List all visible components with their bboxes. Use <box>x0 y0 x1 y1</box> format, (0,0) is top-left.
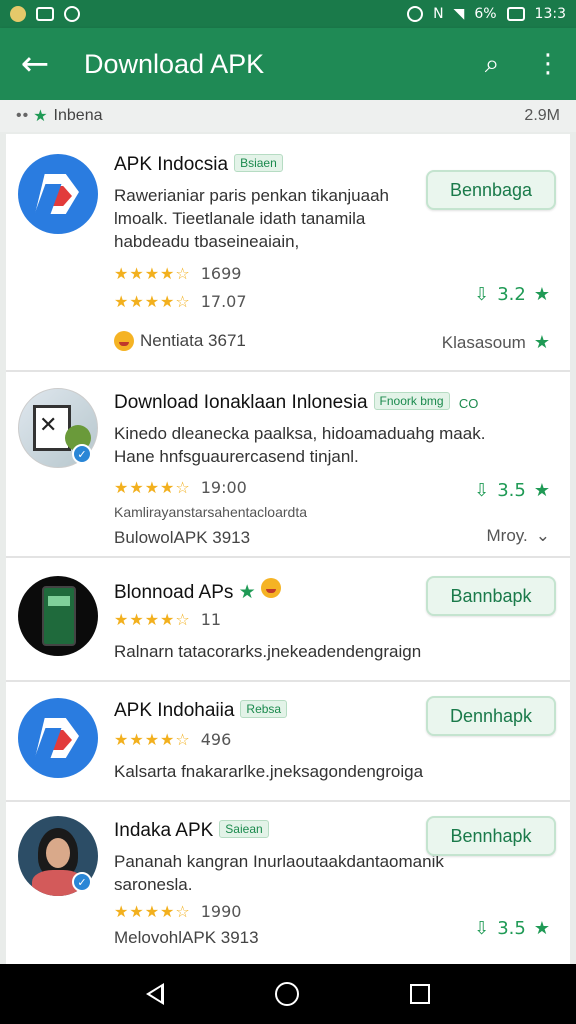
app-name: APK Indocsia Bsiaen <box>114 154 283 176</box>
star-icon: ★ <box>533 918 550 939</box>
app-name: Download Ionaklaan Inlonesia Fnoork bmg C… <box>114 392 479 413</box>
app-meta: BulowolAPK 3913 <box>114 528 251 547</box>
download-score-icon: ⇩ <box>474 918 490 939</box>
navigation-bar <box>0 964 576 1024</box>
emoji-icon <box>260 578 281 598</box>
app-badge: Saiean <box>219 820 269 838</box>
list-item[interactable]: ✓ Indaka APK Saiean Pananah kangran Inurl… <box>6 802 570 964</box>
star-icon: ★ <box>533 332 550 352</box>
app-side-label: Klasasoum ★ <box>441 332 550 352</box>
rating-stars: ★★★★☆ <box>114 292 191 311</box>
rating-stars: ★★★★☆ <box>114 730 191 749</box>
app-name: Indaka APK Saiean <box>114 820 269 842</box>
verified-icon: ✓ <box>72 872 92 892</box>
download-score-icon: ⇩ <box>474 480 490 501</box>
verified-icon: ✓ <box>72 444 92 464</box>
download-score-icon: ⇩ <box>474 284 490 305</box>
download-score: ⇩ 3.2 ★ <box>474 284 550 305</box>
nfc-icon: Ν <box>433 6 444 22</box>
wifi-icon: ◥ <box>453 6 465 22</box>
download-button[interactable]: Bannbapk <box>426 576 556 616</box>
rating-count: 496 <box>200 730 232 749</box>
list-item[interactable]: APK Indocsia Bsiaen Rawerianiar paris pen… <box>6 134 570 372</box>
app-rating: ★★★★☆ 11 <box>114 610 221 629</box>
subheader-size: 2.9M <box>524 107 560 124</box>
nav-recents-icon[interactable] <box>410 984 431 1004</box>
star-icon: ★ <box>533 284 550 305</box>
app-rating: ★★★★☆ 19:00 <box>114 478 247 497</box>
sync-icon <box>64 6 80 22</box>
app-description: Kalsarta fnakararlke.jneksagondengroiga <box>114 762 424 781</box>
rating-stars: ★★★★☆ <box>114 478 191 497</box>
app-description: Ralnarn tatacorarks.jnekeadendengraign <box>114 642 422 661</box>
rating-stars: ★★★★☆ <box>114 264 191 283</box>
app-rating-secondary: ★★★★☆ 17.07 <box>114 292 247 311</box>
app-description: Kinedo dleanecka paalksa, hidoamaduahg m… <box>114 424 486 466</box>
list-item[interactable]: APK Indohaiia Rebsa ★★★★☆ 496 Kalsarta fn… <box>6 682 570 802</box>
emoji-icon <box>114 331 134 351</box>
list-item[interactable]: ✕ ✓ Download Ionaklaan Inlonesia Fnoork b… <box>6 372 570 558</box>
download-button[interactable]: Bennhapk <box>426 816 556 856</box>
rating-stars: ★★★★☆ <box>114 902 191 921</box>
app-name: Blonnoad APs ★ <box>114 578 281 604</box>
rating-stars: ★★★★☆ <box>114 610 191 629</box>
nav-back-icon[interactable] <box>145 983 164 1005</box>
list-item[interactable]: Blonnoad APs ★ ★★★★☆ 11 Ralnarn tatacora… <box>6 558 570 682</box>
app-badge: Bsiaen <box>234 154 283 172</box>
search-icon[interactable]: ⌕ <box>464 28 520 100</box>
download-button[interactable]: Dennhapk <box>426 696 556 736</box>
back-arrow-icon[interactable]: ← <box>0 28 70 100</box>
app-side-label: Mroy. ⌄ <box>486 526 551 546</box>
vpn-icon <box>407 6 424 22</box>
rating-count: 1699 <box>200 264 242 283</box>
download-score: ⇩ 3.5 ★ <box>474 918 550 939</box>
app-list: APK Indocsia Bsiaen Rawerianiar paris pen… <box>6 134 570 964</box>
app-rating: ★★★★☆ 1699 <box>114 264 241 283</box>
battery-percent: 6% <box>474 6 497 22</box>
app-badge: Rebsa <box>240 700 288 718</box>
app-bar: ← Download APK ⌕ ⋮ <box>0 28 576 100</box>
subheader-label: Inbena <box>53 107 103 124</box>
rating-count: 17.07 <box>200 292 247 311</box>
sub-header: •• ★ Inbena 2.9M <box>0 100 576 132</box>
app-badge-extra: CO <box>458 396 479 411</box>
rating-count: 1990 <box>200 902 242 921</box>
rating-count: 19:00 <box>200 478 247 497</box>
dots-icon: •• <box>16 107 30 124</box>
clock: 13:3 <box>534 6 566 22</box>
notification-icon <box>10 6 26 22</box>
app-meta-secondary: Kamlirayanstarsahentacloardta <box>114 504 307 520</box>
star-icon: ★ <box>533 480 550 501</box>
rating-count: 11 <box>200 610 222 629</box>
app-meta: Nentiata 3671 <box>114 331 246 351</box>
battery-icon <box>506 7 525 21</box>
download-score: ⇩ 3.5 ★ <box>474 480 550 501</box>
app-meta: MelovohlAPK 3913 <box>114 928 259 947</box>
star-icon: ★ <box>238 582 256 603</box>
star-icon: ★ <box>33 108 48 125</box>
app-name: APK Indohaiia Rebsa <box>114 700 288 722</box>
app-logo-icon <box>18 698 98 778</box>
nav-home-icon[interactable] <box>274 982 299 1006</box>
page-title: Download APK <box>84 48 265 79</box>
download-button[interactable]: Bennbaga <box>426 170 556 210</box>
chevron-down-icon[interactable]: ⌄ <box>536 526 550 546</box>
app-logo-icon <box>18 154 98 234</box>
app-rating: ★★★★☆ 1990 <box>114 902 241 921</box>
app-description: Rawerianiar paris penkan tikanjuaah lmoa… <box>114 186 389 251</box>
app-rating: ★★★★☆ 496 <box>114 730 231 749</box>
phone-avatar <box>18 576 98 656</box>
app-badge: Fnoork bmg <box>373 392 450 410</box>
overflow-menu-icon[interactable]: ⋮ <box>520 28 576 100</box>
app-description: Pananah kangran Inurlaoutaakdantaomanik … <box>114 852 444 894</box>
status-bar: Ν ◥ 6% 13:3 <box>0 0 576 28</box>
gallery-icon <box>36 7 54 21</box>
